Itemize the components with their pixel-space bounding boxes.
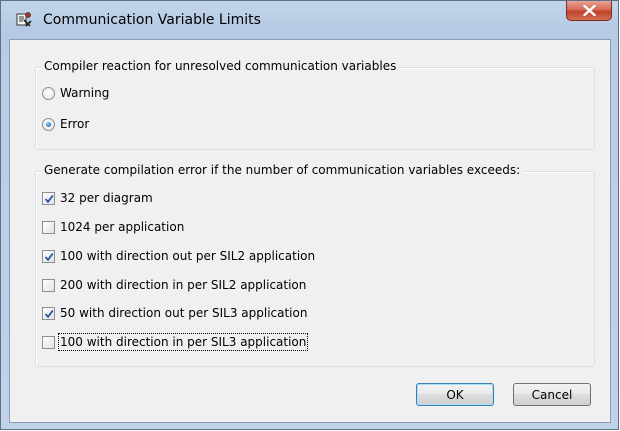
radio-error-label: Error [60,117,90,131]
title-bar[interactable]: Communication Variable Limits [1,1,618,39]
checkbox[interactable] [42,278,55,292]
checkmark-icon [44,252,54,261]
cancel-button[interactable]: Cancel [513,383,591,406]
checkbox-label-focused: 100 with direction in per SIL3 applicati… [57,333,309,351]
dialog-window: Communication Variable Limits Compiler r… [0,0,619,430]
checkbox[interactable] [42,306,55,320]
checkbox-label: 32 per diagram [60,191,153,205]
window-title: Communication Variable Limits [43,12,261,28]
radio-warning-label: Warning [60,86,110,100]
checkbox-label: 1024 per application [60,220,185,234]
communication-app-icon [15,11,33,29]
checkbox-label: 50 with direction out per SIL3 applicati… [60,306,308,320]
checkbox-100-out-sil2[interactable]: 100 with direction out per SIL2 applicat… [42,247,315,265]
checkmark-icon [44,309,54,318]
checkbox[interactable] [42,335,55,349]
checkbox[interactable] [42,249,55,263]
ok-button[interactable]: OK [416,383,494,406]
checkbox-label: 100 with direction out per SIL2 applicat… [60,249,316,263]
compiler-reaction-legend: Compiler reaction for unresolved communi… [41,59,400,73]
checkbox-label: 200 with direction in per SIL2 applicati… [60,278,307,292]
checkmark-icon [44,194,54,203]
checkbox-50-out-sil3[interactable]: 50 with direction out per SIL3 applicati… [42,304,307,322]
radio-error[interactable]: Error [42,115,89,133]
checkbox[interactable] [42,220,55,234]
dialog-content: Compiler reaction for unresolved communi… [9,39,611,423]
close-icon [583,5,596,16]
checkbox-32-per-diagram[interactable]: 32 per diagram [42,189,153,207]
checkbox-200-in-sil2[interactable]: 200 with direction in per SIL2 applicati… [42,276,306,294]
radio-button-selected[interactable] [42,117,55,131]
radio-warning[interactable]: Warning [42,84,109,102]
radio-button[interactable] [42,86,55,100]
compilation-limits-legend: Generate compilation error if the number… [41,163,524,177]
checkbox[interactable] [42,191,55,205]
checkbox-100-in-sil3[interactable]: 100 with direction in per SIL3 applicati… [42,333,309,351]
compiler-reaction-group [35,67,595,150]
checkbox-1024-per-application[interactable]: 1024 per application [42,218,184,236]
close-button[interactable] [566,1,612,21]
